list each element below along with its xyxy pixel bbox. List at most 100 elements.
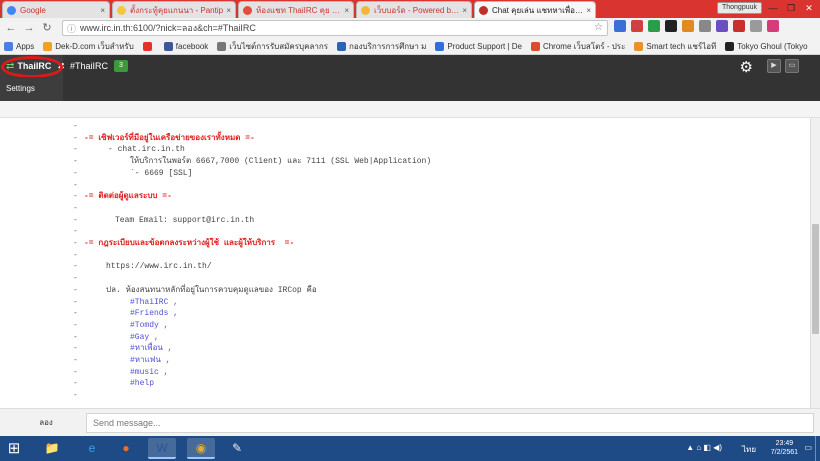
bookmark-favicon-icon	[163, 41, 173, 51]
scrollbar-thumb[interactable]	[812, 224, 819, 334]
message-marker: -	[73, 145, 78, 155]
toggle-userlist-button[interactable]: ▶	[767, 59, 781, 73]
taskbar-file-explorer-icon[interactable]: 📁	[38, 438, 66, 459]
tab-channel-label: #ThaiIRC	[70, 61, 109, 71]
message-line: - #หาแฟน ,	[0, 355, 800, 367]
clock-time: 23:49	[775, 440, 794, 447]
bookmark-item[interactable]	[142, 41, 155, 51]
bookmark-item[interactable]: Smart tech แชร์ไอที	[634, 40, 716, 53]
irc-header: ⇄ ThaiIRC ✖ #ThaiIRC 3 ⚙ ▶ ▭	[0, 55, 820, 77]
show-desktop-button[interactable]	[815, 436, 820, 461]
browser-tab[interactable]: เว็บบอร์ด - Powered by Dek-D×	[356, 1, 472, 18]
settings-bar-filler	[63, 77, 820, 101]
bookmark-label: Smart tech แชร์ไอที	[646, 41, 717, 51]
extension-icon[interactable]	[750, 20, 762, 32]
message-text: -= เซิฟเวอร์ที่มีอยู่ในเครือข่ายของเราทั…	[84, 133, 255, 143]
language-indicator[interactable]: ไทย	[742, 443, 756, 456]
message-text[interactable]: #music ,	[130, 367, 168, 379]
bookmark-item[interactable]: Apps	[4, 41, 34, 51]
message-line: -	[0, 390, 800, 402]
bookmark-item[interactable]: Product Support | De	[435, 41, 522, 51]
browser-tab[interactable]: Chat คุยเล่น แชทหาเพื่อน แชท×	[474, 1, 596, 18]
bookmark-item[interactable]: กองบริการการศึกษา ม	[337, 40, 426, 53]
bookmark-item[interactable]: Dek-D.com เว็บสำหรับ	[43, 40, 134, 53]
windows-taskbar: ⊞ 📁 e ● W ◉ ✎ ▲ ⌂ ◧ ◀) ไทย 23:49 7/2/2561 ▭	[0, 436, 820, 461]
close-tab-icon[interactable]: ✖	[57, 61, 65, 72]
back-button[interactable]: ←	[4, 20, 18, 36]
maximize-button[interactable]: ❐	[782, 0, 800, 16]
extension-icon[interactable]	[733, 20, 745, 32]
message-marker: -	[73, 122, 78, 131]
address-bar[interactable]: ⓘ www.irc.in.th:6100/?nick=ลอง&ch=#ThaiI…	[62, 20, 608, 36]
browser-tab-title: Chat คุยเล่น แชทหาเพื่อน แชท	[492, 5, 583, 15]
message-text[interactable]: #หาแฟน ,	[130, 355, 170, 367]
profile-button[interactable]: Thongpuuk	[716, 2, 762, 14]
reload-button[interactable]: ↻	[40, 20, 54, 36]
message-text[interactable]: #หาเพื่อน ,	[130, 343, 172, 355]
minimize-button[interactable]: —	[764, 0, 782, 16]
extension-icon[interactable]	[699, 20, 711, 32]
taskbar-firefox-icon[interactable]: ●	[112, 438, 140, 459]
message-text[interactable]: #Tomdy ,	[130, 320, 168, 332]
message-text[interactable]: #Gay ,	[130, 332, 159, 344]
message-line: -	[0, 250, 800, 262]
extension-icon[interactable]	[767, 20, 779, 32]
browser-tab-title: ตั้งกระทู้คุยแกนนา - Pantip	[130, 5, 224, 15]
taskbar-paint-icon[interactable]: ✎	[223, 438, 251, 459]
extension-icon[interactable]	[614, 20, 626, 32]
bookmark-item[interactable]: เว็บไซต์การรับสมัครบุคลากร	[217, 40, 328, 53]
extension-icon[interactable]	[716, 20, 728, 32]
message-marker: -	[73, 227, 78, 237]
bookmark-item[interactable]: facebook	[163, 41, 208, 51]
nick-button[interactable]: ลอง	[8, 414, 84, 432]
close-tab-icon[interactable]: ×	[100, 6, 105, 15]
windows-start-icon[interactable]: ⊞	[3, 439, 25, 458]
message-text: ปล. ห้องสนทนาหลักที่อยู่ในการควบคุมดูแลข…	[106, 285, 317, 295]
close-tab-icon[interactable]: ×	[462, 6, 467, 15]
taskbar-internet-explorer-icon[interactable]: e	[78, 438, 106, 459]
message-line: - #Tomdy ,	[0, 320, 800, 332]
tab-server-label: ThaiIRC	[17, 61, 52, 71]
page-info-icon[interactable]: ⓘ	[67, 22, 76, 35]
message-text: -= กฎระเบียบและข้อตกลงระหว่างผู้ใช้ และผ…	[84, 239, 295, 248]
message-text: ให้บริการในพอร์ต 6667,7000 (Client) และ …	[130, 157, 432, 167]
tab-channel-thaiirc[interactable]: #ThaiIRC 3	[66, 55, 136, 77]
bookmark-item[interactable]: Tokyo Ghoul (Tokyo	[725, 41, 808, 51]
browser-tab[interactable]: ตั้งกระทู้คุยแกนนา - Pantip ×	[112, 1, 236, 18]
message-text: https://www.irc.in.th/	[106, 262, 212, 272]
tab-favicon-icon	[479, 5, 488, 15]
taskbar-chrome-icon[interactable]: ◉	[187, 438, 215, 459]
extension-icon[interactable]	[631, 20, 643, 32]
extension-icon[interactable]	[682, 20, 694, 32]
close-tab-icon[interactable]: ×	[344, 6, 349, 15]
close-window-button[interactable]: ✕	[800, 0, 818, 16]
browser-tab[interactable]: ห้องแชท ThaiIRC คุย แชท เพื่อนคุย×	[238, 1, 354, 18]
message-input[interactable]	[86, 413, 814, 433]
extension-icon[interactable]	[665, 20, 677, 32]
message-line: - #Friends ,	[0, 308, 800, 320]
browser-tab[interactable]: Google ×	[2, 1, 110, 18]
bookmark-item[interactable]: Chrome เว็บสโตร์ - ประ	[530, 40, 625, 53]
forward-button[interactable]: →	[22, 20, 36, 36]
clock[interactable]: 23:49 7/2/2561	[771, 439, 798, 457]
close-tab-icon[interactable]: ×	[586, 6, 591, 15]
scrollbar[interactable]	[810, 118, 820, 408]
message-text[interactable]: #Friends ,	[130, 308, 178, 320]
taskbar-word-icon[interactable]: W	[148, 438, 176, 459]
tab-thaiirc-server[interactable]: ⇄ ThaiIRC ✖	[0, 55, 65, 77]
message-line: - -= ติดต่อผู้ดูแลระบบ =-	[0, 191, 800, 203]
tab-favicon-icon	[7, 5, 16, 15]
notification-icon[interactable]: ▭	[804, 443, 812, 452]
settings-link[interactable]: Settings	[0, 77, 63, 101]
bookmark-star-icon[interactable]: ☆	[594, 22, 603, 33]
gear-icon[interactable]: ⚙	[740, 58, 753, 76]
message-line: - https://www.irc.in.th/	[0, 261, 800, 273]
extension-icon[interactable]	[648, 20, 660, 32]
message-line: - #music ,	[0, 367, 800, 379]
browser-tab-title: Google	[20, 5, 46, 15]
message-text[interactable]: #help	[130, 378, 154, 390]
message-text[interactable]: #ThaiIRC ,	[130, 297, 178, 309]
tray-icons[interactable]: ▲ ⌂ ◧ ◀)	[686, 443, 722, 452]
fullscreen-button[interactable]: ▭	[785, 59, 799, 73]
close-tab-icon[interactable]: ×	[226, 6, 231, 15]
